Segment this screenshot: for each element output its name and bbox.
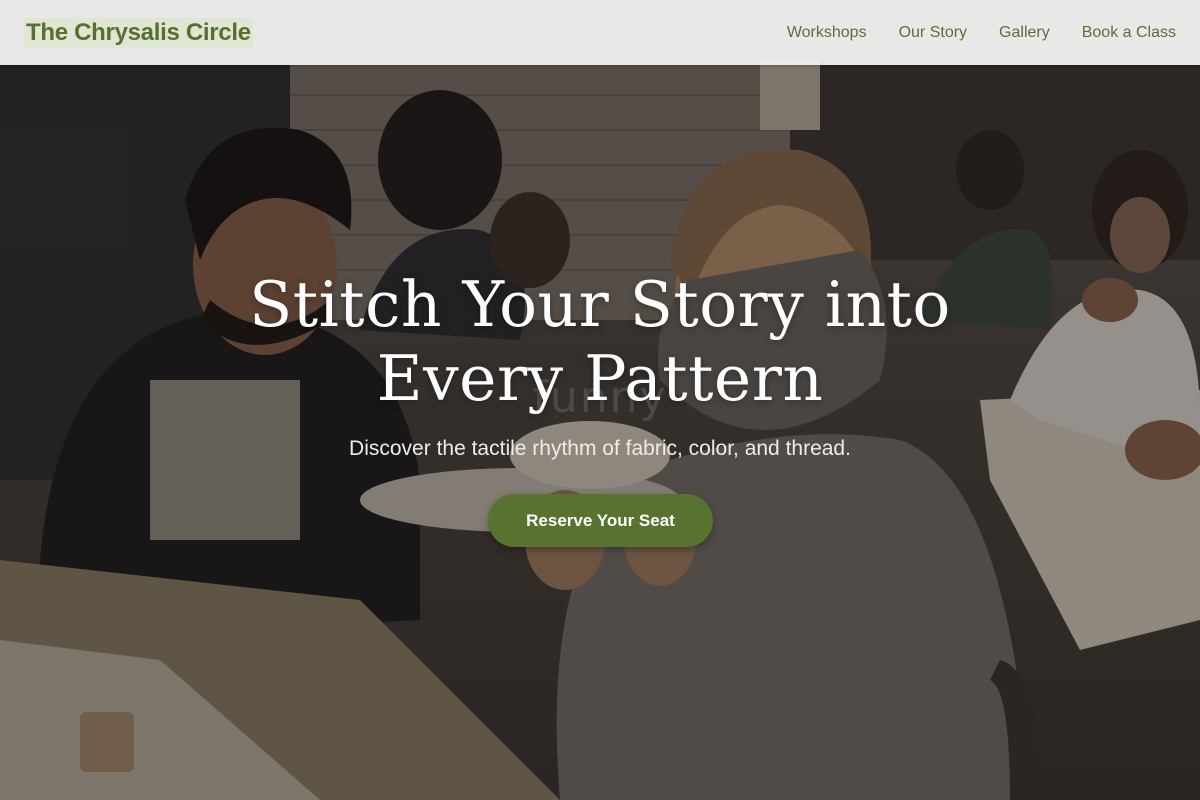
brand-logo[interactable]: The Chrysalis Circle [24,17,253,48]
hero-headline-line-1: Stitch Your Story into [249,268,951,341]
hero-subheadline: Discover the tactile rhythm of fabric, c… [349,437,851,460]
reserve-seat-button[interactable]: Reserve Your Seat [488,494,713,547]
hero-section: funny Stitch Your Story into Every Patte… [0,0,1200,800]
main-nav: Workshops Our Story Gallery Book a Class [755,0,1176,65]
nav-item-book-a-class[interactable]: Book a Class [1082,24,1176,42]
nav-item-workshops[interactable]: Workshops [787,24,867,42]
image-watermark: funny [532,372,668,423]
site-header: The Chrysalis Circle Workshops Our Story… [0,0,1200,65]
nav-item-our-story[interactable]: Our Story [899,24,967,42]
nav-item-gallery[interactable]: Gallery [999,24,1050,42]
